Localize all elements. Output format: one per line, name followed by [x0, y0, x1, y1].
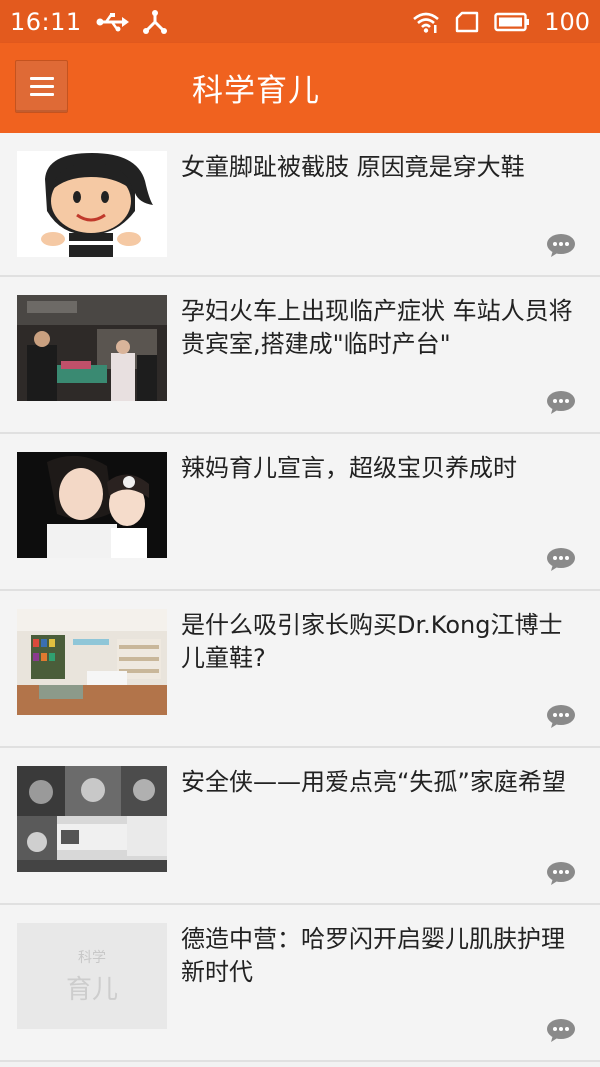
article-title: 安全侠——用爱点亮“失孤”家庭希望: [181, 768, 566, 796]
article-list: 女童脚趾被截肢 原因竟是穿大鞋 孕妇火车上出现临产症状 车站人员将贵宾室,搭建成…: [0, 133, 600, 1062]
comment-icon[interactable]: [546, 704, 576, 728]
article-thumbnail: [17, 452, 167, 558]
comment-icon[interactable]: [546, 861, 576, 885]
list-item[interactable]: 科学 育儿 德造中营：哈罗闪开启婴儿肌肤护理新时代: [0, 905, 600, 1062]
article-title: 是什么吸引家长购买Dr.Kong江博士儿童鞋?: [181, 611, 563, 672]
status-bar: 16:11 100: [0, 0, 600, 43]
article-thumbnail: [17, 609, 167, 715]
app-bar: 科学育儿: [0, 43, 600, 133]
sim-icon: [455, 11, 479, 32]
list-item[interactable]: 女童脚趾被截肢 原因竟是穿大鞋: [0, 133, 600, 277]
comment-icon[interactable]: [546, 1018, 576, 1042]
article-title: 孕妇火车上出现临产症状 车站人员将贵宾室,搭建成"临时产台": [181, 297, 573, 358]
menu-button[interactable]: [15, 60, 68, 113]
article-thumbnail: [17, 766, 167, 872]
article-thumbnail-placeholder: 科学 育儿: [17, 923, 167, 1029]
battery-icon: [494, 12, 530, 31]
list-item[interactable]: 是什么吸引家长购买Dr.Kong江博士儿童鞋?: [0, 591, 600, 748]
usb-icon: [96, 12, 129, 31]
article-title: 女童脚趾被截肢 原因竟是穿大鞋: [181, 153, 525, 181]
placeholder-text-small: 科学: [78, 949, 106, 966]
article-thumbnail: [17, 295, 167, 401]
article-thumbnail: [17, 151, 167, 257]
list-item[interactable]: 辣妈育儿宣言，超级宝贝养成时: [0, 434, 600, 591]
placeholder-text-large: 育儿: [65, 974, 118, 1005]
hamburger-line: [29, 85, 54, 88]
list-item[interactable]: 孕妇火车上出现临产症状 车站人员将贵宾室,搭建成"临时产台": [0, 277, 600, 434]
list-item[interactable]: 安全侠——用爱点亮“失孤”家庭希望: [0, 748, 600, 905]
battery-percentage: 100: [544, 7, 590, 36]
hamburger-menu-icon: [29, 77, 54, 80]
status-time: 16:11: [10, 7, 82, 36]
page-title: 科学育儿: [192, 73, 320, 109]
comment-icon[interactable]: [546, 233, 576, 257]
comment-icon[interactable]: [546, 390, 576, 414]
debug-icon: [142, 9, 167, 34]
comment-icon[interactable]: [546, 547, 576, 571]
article-title: 辣妈育儿宣言，超级宝贝养成时: [181, 454, 517, 482]
article-title: 德造中营：哈罗闪开启婴儿肌肤护理新时代: [181, 925, 565, 986]
hamburger-line: [29, 93, 54, 96]
wifi-icon: [413, 12, 440, 33]
